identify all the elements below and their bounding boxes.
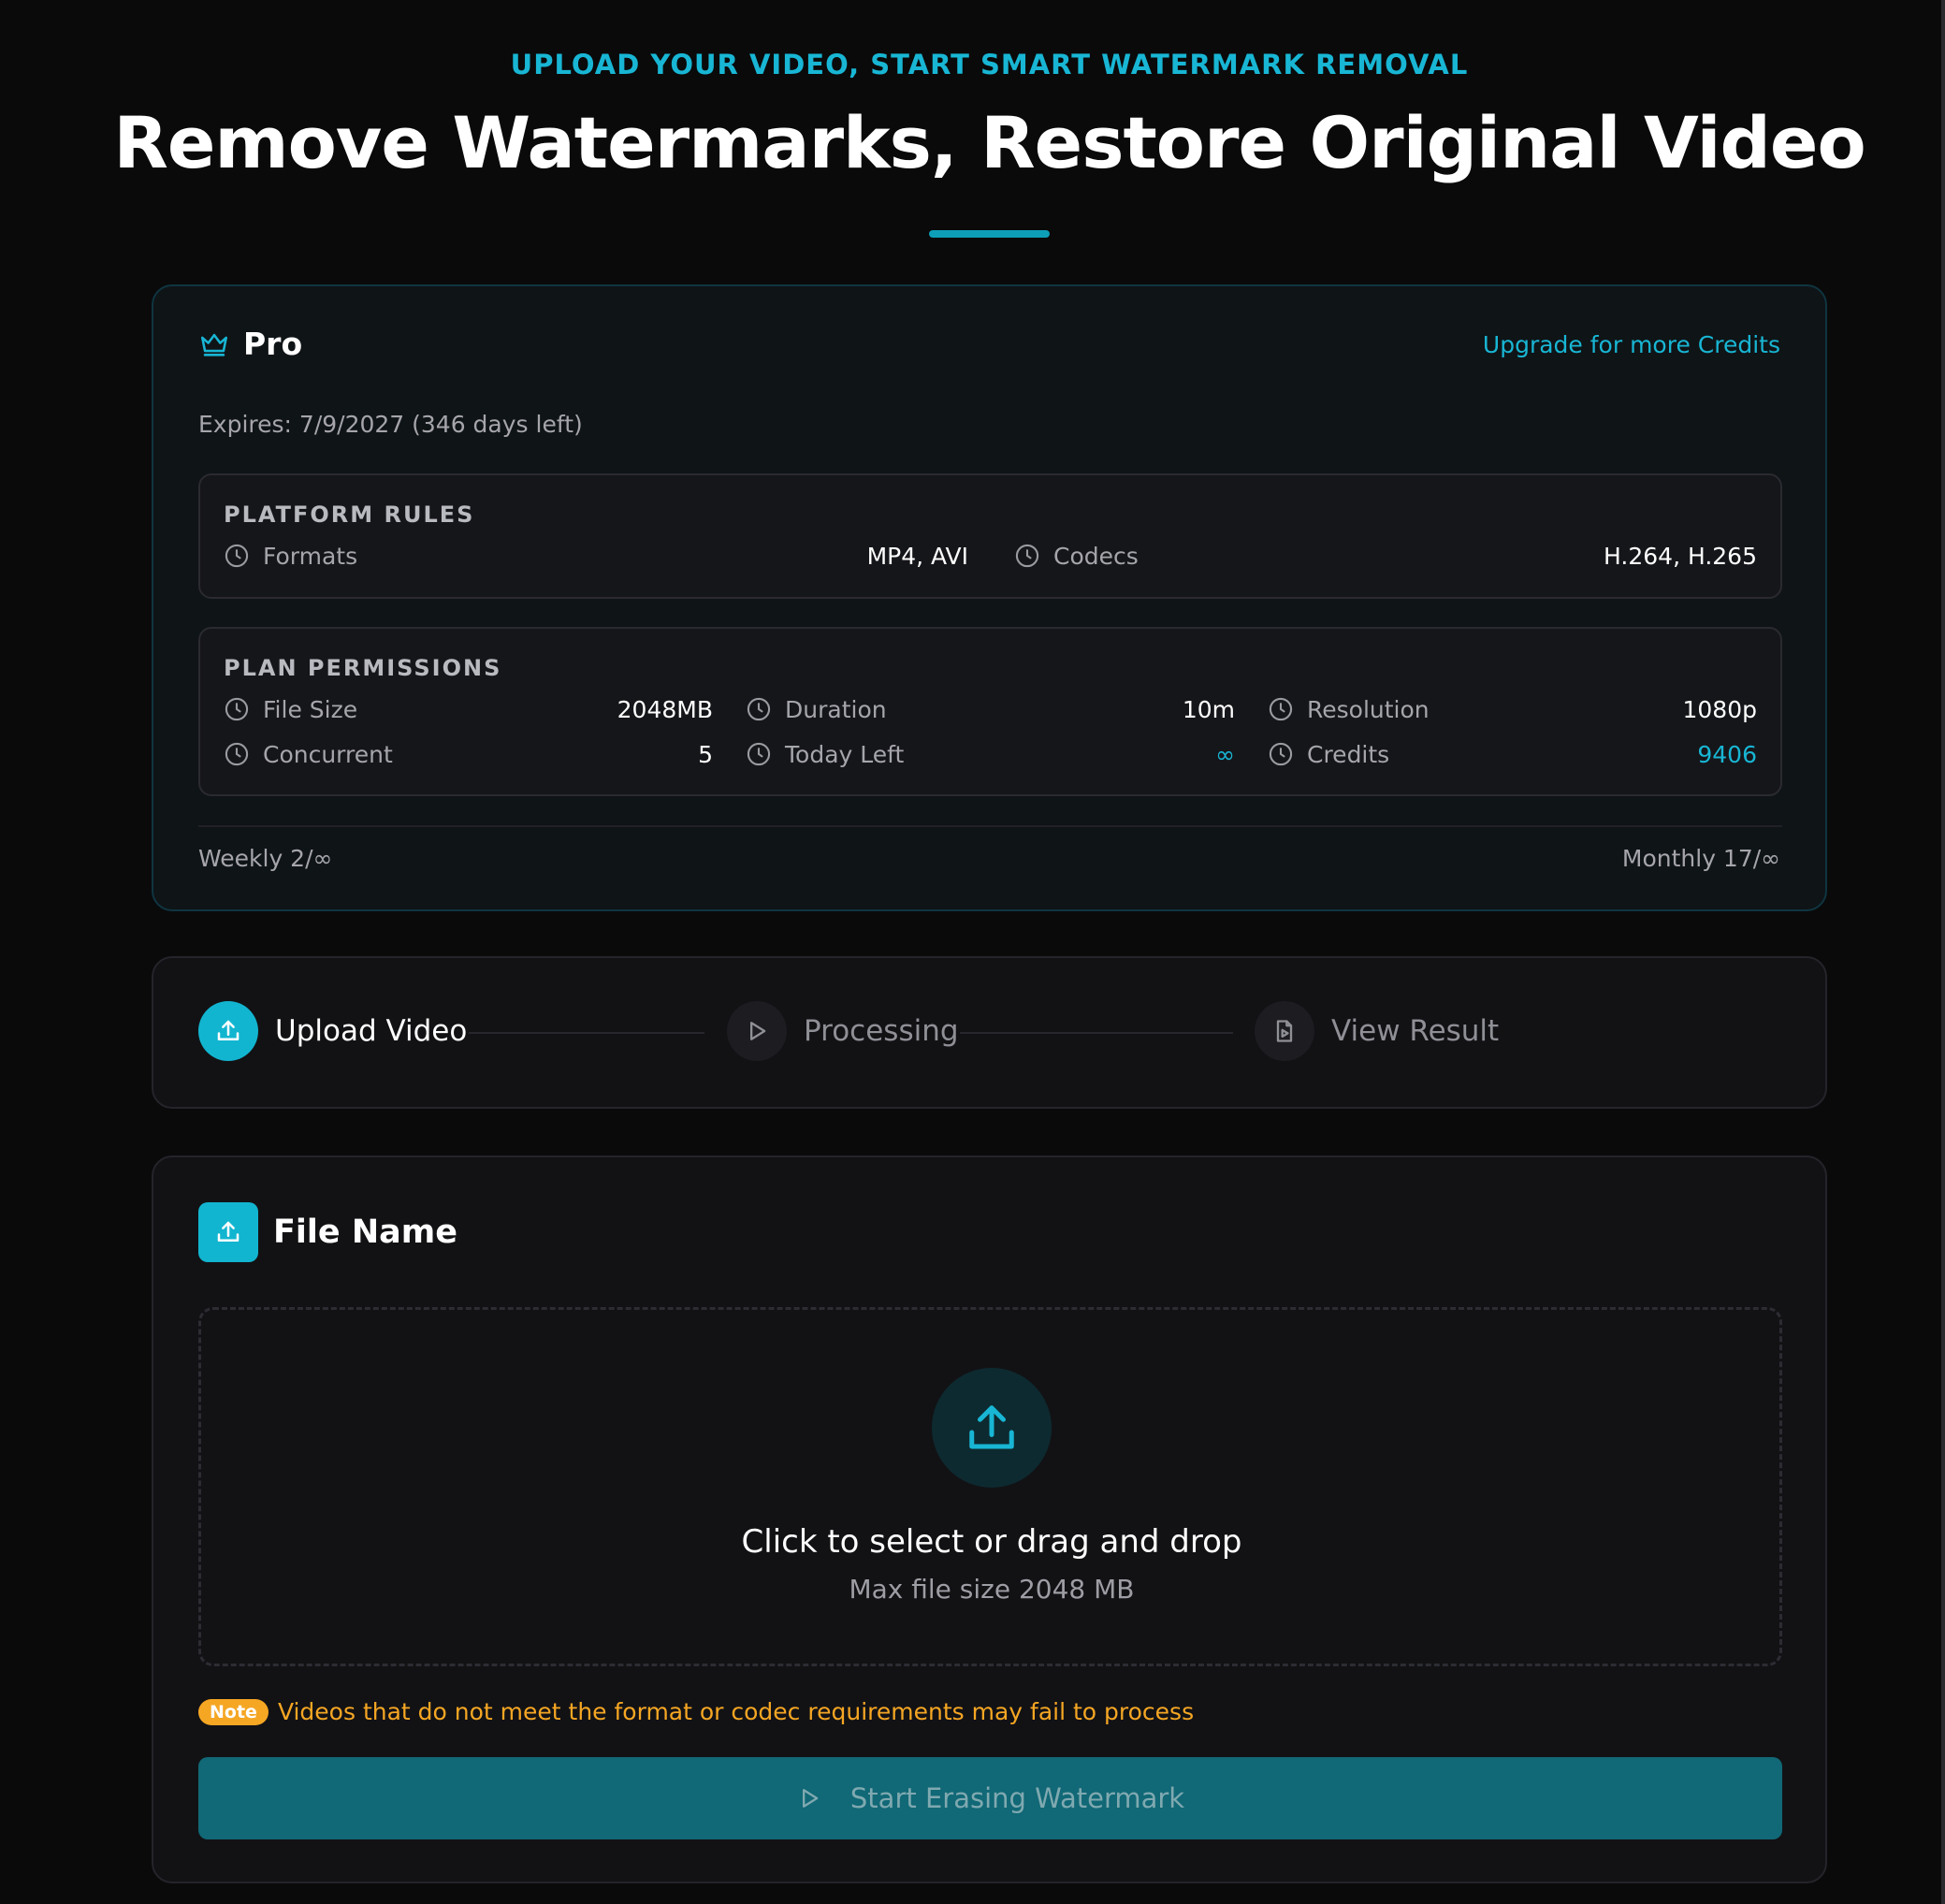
weekly-usage: Weekly 2/∞ [198,845,333,872]
step-processing: Processing [727,1001,959,1061]
perm-concurrent-value: 5 [698,741,713,768]
perm-duration-label: Duration [785,695,887,723]
step-view-result: View Result [1255,1001,1499,1061]
perm-concurrent-label: Concurrent [263,740,393,768]
file-name-title: File Name [273,1214,457,1251]
step-processing-circle [727,1001,787,1061]
plan-permissions-title: PLAN PERMISSIONS [224,655,502,681]
rule-formats-value: MP4, AVI [866,543,968,570]
step-upload-video: Upload Video [198,1001,467,1061]
clock-icon [225,742,249,766]
upload-header: File Name [198,1202,457,1262]
plan-divider [198,825,1782,827]
title-underline [929,230,1050,238]
dropzone-max-size: Max file size 2048 MB [849,1574,1135,1605]
page-content: UPLOAD YOUR VIDEO, START SMART WATERMARK… [0,0,1945,1904]
scrollbar-thumb[interactable] [1941,0,1945,1904]
start-erasing-label: Start Erasing Watermark [849,1782,1185,1814]
dropzone-instruction: Click to select or drag and drop [741,1523,1242,1561]
perm-concurrent: Concurrent [224,738,393,770]
platform-rules-box: PLATFORM RULES Formats MP4, AVI Codecs H… [198,473,1782,599]
rule-codecs-value: H.264, H.265 [1604,543,1757,570]
perm-file-size-value: 2048MB [617,696,713,723]
step-connector [469,1032,704,1034]
crown-icon [200,333,228,356]
perm-today-left: Today Left [746,738,904,770]
plan-header: Pro [198,326,302,362]
step-processing-label: Processing [804,1014,959,1048]
clock-icon [1269,742,1293,766]
file-video-icon [1276,1020,1293,1042]
clock-icon [225,544,249,568]
perm-duration-value: 10m [1182,696,1235,723]
clock-icon [225,697,249,721]
step-result-label: View Result [1331,1014,1500,1048]
step-upload-label: Upload Video [275,1014,468,1048]
steps-card: Upload Video Processing View Result [152,956,1827,1109]
file-dropzone[interactable]: Click to select or drag and drop Max fil… [198,1307,1782,1666]
upload-icon [217,1020,239,1040]
perm-duration: Duration [746,693,887,725]
step-connector [960,1032,1233,1034]
upgrade-credits-link[interactable]: Upgrade for more Credits [1483,331,1780,358]
clock-icon [747,742,771,766]
upload-badge [198,1202,258,1262]
perm-resolution-label: Resolution [1307,695,1430,723]
perm-file-size: File Size [224,693,357,725]
perm-today-left-value: ∞ [1215,741,1235,768]
page: UPLOAD YOUR VIDEO, START SMART WATERMARK… [0,0,1945,1904]
platform-rules-title: PLATFORM RULES [224,501,475,528]
upload-icon [969,1405,1014,1449]
step-result-circle [1255,1001,1314,1061]
perm-credits-label: Credits [1307,740,1390,768]
upload-card: File Name Click to select or drag and dr… [152,1155,1827,1883]
perm-credits-value: 9406 [1697,741,1757,768]
clock-icon [1269,697,1293,721]
rule-codecs-label: Codecs [1053,542,1139,570]
monthly-usage: Monthly 17/∞ [1621,845,1780,872]
step-upload-circle [198,1001,258,1061]
perm-file-size-label: File Size [263,695,358,723]
rule-codecs: Codecs [1014,540,1139,572]
start-erasing-button[interactable]: Start Erasing Watermark [198,1757,1782,1839]
perm-today-left-label: Today Left [785,740,905,768]
eyebrow-text: UPLOAD YOUR VIDEO, START SMART WATERMARK… [510,49,1469,80]
play-icon [802,1789,819,1808]
note-row: Note Videos that do not meet the format … [198,1698,1194,1725]
note-badge: Note [198,1698,269,1725]
perm-resolution-value: 1080p [1682,696,1758,723]
plan-permissions-box: PLAN PERMISSIONS File Size 2048MB Durati… [198,627,1782,796]
note-text: Videos that do not meet the format or co… [277,1698,1195,1725]
play-icon [750,1022,766,1040]
page-title: Remove Watermarks, Restore Original Vide… [113,101,1865,184]
clock-icon [1015,544,1039,568]
clock-icon [747,697,771,721]
upload-icon [217,1221,239,1242]
perm-resolution: Resolution [1268,693,1430,725]
perm-credits: Credits [1268,738,1389,770]
dropzone-icon-circle [932,1368,1052,1488]
plan-name: Pro [243,326,303,362]
rule-formats-label: Formats [263,542,358,570]
plan-expires: Expires: 7/9/2027 (346 days left) [198,411,583,438]
rule-formats: Formats [224,540,357,572]
plan-card: Pro Upgrade for more Credits Expires: 7/… [152,284,1827,911]
